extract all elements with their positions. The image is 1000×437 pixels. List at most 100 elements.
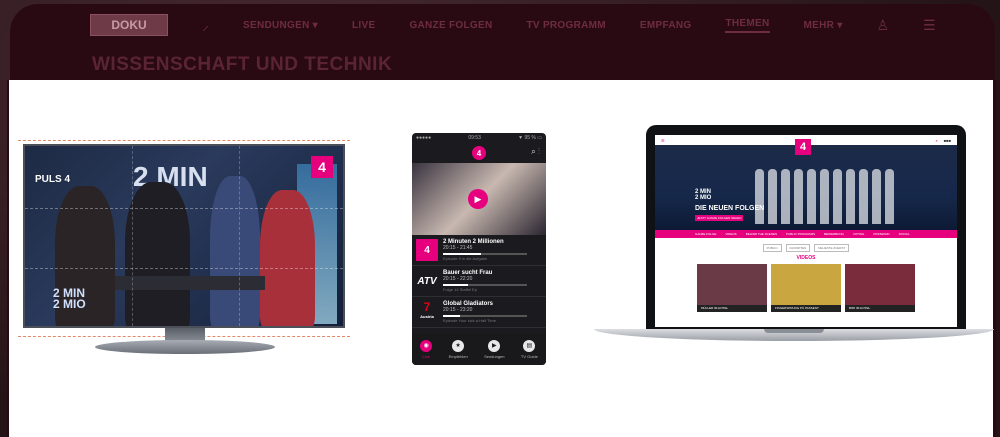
- nav-item-live[interactable]: LIVE: [352, 20, 375, 31]
- guide-icon: ▤: [523, 339, 536, 352]
- laptop-nav-item[interactable]: GANZE FOLGE: [695, 232, 716, 236]
- filter-chip[interactable]: PUBLIC: [762, 244, 782, 252]
- video-tile[interactable]: BIM! IM HOTEL: [845, 264, 915, 312]
- program-subtitle: Folge 14 Staffel Ep: [443, 287, 477, 292]
- program-subtitle: Episode Your sick a Half Time: [443, 318, 496, 323]
- nav-item-tv-programm[interactable]: TV PROGRAMM: [526, 20, 605, 31]
- laptop-nav-item[interactable]: BEHIND THE SCENES: [746, 232, 777, 236]
- search-icon[interactable]: ⌕: [936, 138, 938, 143]
- table: [115, 276, 265, 290]
- site-header: DOKU ⸝ SENDUNGEN ▾ LIVE GANZE FOLGEN TV …: [10, 4, 995, 80]
- tab-empfehlen[interactable]: ★ Empfehlen: [448, 339, 468, 359]
- app-logo[interactable]: 4: [472, 146, 486, 160]
- video-caption: FINGERSPRUNG PÜ PASSENT: [771, 305, 841, 312]
- grid-line: [25, 208, 343, 209]
- laptop-nav-item[interactable]: SOCIAL: [899, 232, 910, 236]
- filter-chip[interactable]: FAVORITEN: [785, 244, 811, 252]
- laptop-navbar: GANZE FOLGE VIDEOS BEHIND THE SCENES PUB…: [655, 230, 957, 238]
- progress-fill: [443, 284, 469, 286]
- swoosh-icon: ⸝: [202, 16, 209, 33]
- video-tile[interactable]: MÜLLER IM HOTEL: [697, 264, 767, 312]
- cast-group: [755, 169, 894, 224]
- guide-line-top: [18, 140, 350, 141]
- laptop-nav-item[interactable]: PINNWAND: [873, 232, 889, 236]
- laptop-nav-item[interactable]: VIDEOS: [725, 232, 736, 236]
- phone-tab-bar: ◉ Live ★ Empfehlen ▶ Sendungen ▤ TV Guid…: [412, 333, 546, 365]
- laptop-lid: ☰ ⌕ ■■■ 4 2 MIN 2 MIO DIE NEUEN FOLGEN J…: [646, 125, 966, 332]
- program-time: 20:15 - 22:20: [443, 276, 473, 282]
- grid-line: [25, 268, 343, 269]
- play-icon[interactable]: ▶: [468, 189, 488, 209]
- menu-icon[interactable]: ☰: [923, 17, 936, 34]
- progress-fill: [443, 253, 481, 255]
- phone-status-bar: ●●●●● 09:53 ▼ 95 % ▭: [412, 133, 546, 143]
- tab-tv-guide[interactable]: ▤ TV Guide: [520, 339, 538, 359]
- tv-channel-label: PULS 4: [35, 174, 71, 185]
- progress-bar: [443, 253, 527, 255]
- progress-bar: [443, 315, 527, 317]
- phone-hero-image[interactable]: ▶: [412, 163, 546, 235]
- video-grid: MÜLLER IM HOTEL FINGERSPRUNG PÜ PASSENT …: [655, 264, 957, 312]
- channel-logo-mark: 7: [423, 300, 431, 314]
- search-icon[interactable]: ⌕ ⋮: [531, 147, 540, 157]
- hero-cta[interactable]: JETZT GANZE FOLGEN SEHEN: [695, 215, 744, 221]
- filter-chip[interactable]: NEUESTE ZUERST: [814, 244, 850, 252]
- video-caption: BIM! IM HOTEL: [845, 305, 915, 312]
- social-icons[interactable]: ■■■: [944, 138, 951, 143]
- laptop-nav-item[interactable]: BEWERBUNG: [824, 232, 844, 236]
- program-time: 20:15 - 23:20: [443, 307, 473, 313]
- live-icon: ◉: [420, 339, 433, 352]
- tab-sendungen[interactable]: ▶ Sendungen: [484, 339, 505, 359]
- laptop-nav-item[interactable]: PUBLIC PROGRAMS: [786, 232, 815, 236]
- channel-logo: ATV: [417, 275, 437, 287]
- nav-item-sendungen[interactable]: SENDUNGEN ▾: [243, 20, 318, 31]
- person: [260, 190, 315, 326]
- laptop-device: ☰ ⌕ ■■■ 4 2 MIN 2 MIO DIE NEUEN FOLGEN J…: [594, 125, 994, 385]
- laptop-notch: [764, 329, 824, 333]
- progress-fill: [443, 315, 460, 317]
- program-subtitle: Episode 9 in die Aufgabe: [443, 256, 488, 261]
- laptop-nav-item[interactable]: VOTING: [853, 232, 865, 236]
- laptop-screen: ☰ ⌕ ■■■ 4 2 MIN 2 MIO DIE NEUEN FOLGEN J…: [655, 135, 957, 327]
- grid-line: [239, 146, 240, 326]
- status-time: 09:53: [468, 135, 481, 141]
- tv-device: 2 MIN PULS 4 4 2 MIN 2 MIO: [18, 140, 350, 355]
- hero-logo: 2 MIN 2 MIO: [695, 189, 712, 201]
- user-icon[interactable]: ♙: [877, 17, 890, 34]
- list-item[interactable]: 7 Austria Global Gladiators 20:15 - 23:2…: [412, 297, 546, 328]
- nav-item-ganze-folgen[interactable]: GANZE FOLGEN: [409, 20, 492, 31]
- menu-icon[interactable]: ☰: [661, 138, 665, 143]
- videos-heading: VIDEOS: [796, 255, 816, 261]
- list-item[interactable]: 4 2 Minuten 2 Millionen 20:15 - 21:45 Ep…: [412, 235, 546, 266]
- tv-screen: 2 MIN PULS 4 4 2 MIN 2 MIO: [23, 144, 345, 328]
- nav-item-mehr[interactable]: MEHR ▾: [804, 20, 843, 31]
- channel-logo: 7 Austria: [416, 301, 438, 323]
- person: [210, 176, 260, 326]
- page-title: WISSENSCHAFT UND TECHNIK: [92, 54, 393, 75]
- phone-device: ●●●●● 09:53 ▼ 95 % ▭ 4 ⌕ ⋮ ▶ 4 2 Minuten…: [412, 133, 546, 365]
- nav-item-empfang[interactable]: EMPFANG: [640, 20, 692, 31]
- tab-live[interactable]: ◉ Live: [420, 339, 433, 359]
- site-nav: DOKU ⸝ SENDUNGEN ▾ LIVE GANZE FOLGEN TV …: [90, 14, 936, 36]
- nav-item-themen[interactable]: THEMEN: [725, 18, 770, 33]
- tv-channel-badge: 4: [311, 156, 333, 178]
- laptop-filters: PUBLIC FAVORITEN NEUESTE ZUERST: [655, 244, 957, 252]
- list-item[interactable]: ATV Bauer sucht Frau 20:15 - 22:20 Folge…: [412, 266, 546, 297]
- star-icon: ★: [452, 339, 465, 352]
- battery-status: ▼ 95 % ▭: [518, 135, 542, 141]
- tab-label: Live: [422, 353, 430, 359]
- tab-label: TV Guide: [520, 353, 538, 359]
- channel-logo-label: Austria: [420, 314, 434, 319]
- channel-badge[interactable]: 4: [795, 139, 811, 155]
- video-tile[interactable]: FINGERSPRUNG PÜ PASSENT: [771, 264, 841, 312]
- tab-label: Sendungen: [484, 353, 505, 359]
- grid-line: [132, 146, 133, 326]
- site-logo[interactable]: DOKU: [90, 14, 168, 36]
- tv-show-logo: 2 MIN 2 MIO: [53, 286, 86, 311]
- laptop-hero[interactable]: 2 MIN 2 MIO DIE NEUEN FOLGEN JETZT GANZE…: [655, 145, 957, 230]
- tv-stand-base: [95, 340, 275, 354]
- hero-title: DIE NEUEN FOLGEN: [695, 205, 765, 212]
- tab-label: Empfehlen: [448, 353, 468, 359]
- signal-status: ●●●●●: [416, 135, 432, 141]
- video-caption: MÜLLER IM HOTEL: [697, 305, 767, 312]
